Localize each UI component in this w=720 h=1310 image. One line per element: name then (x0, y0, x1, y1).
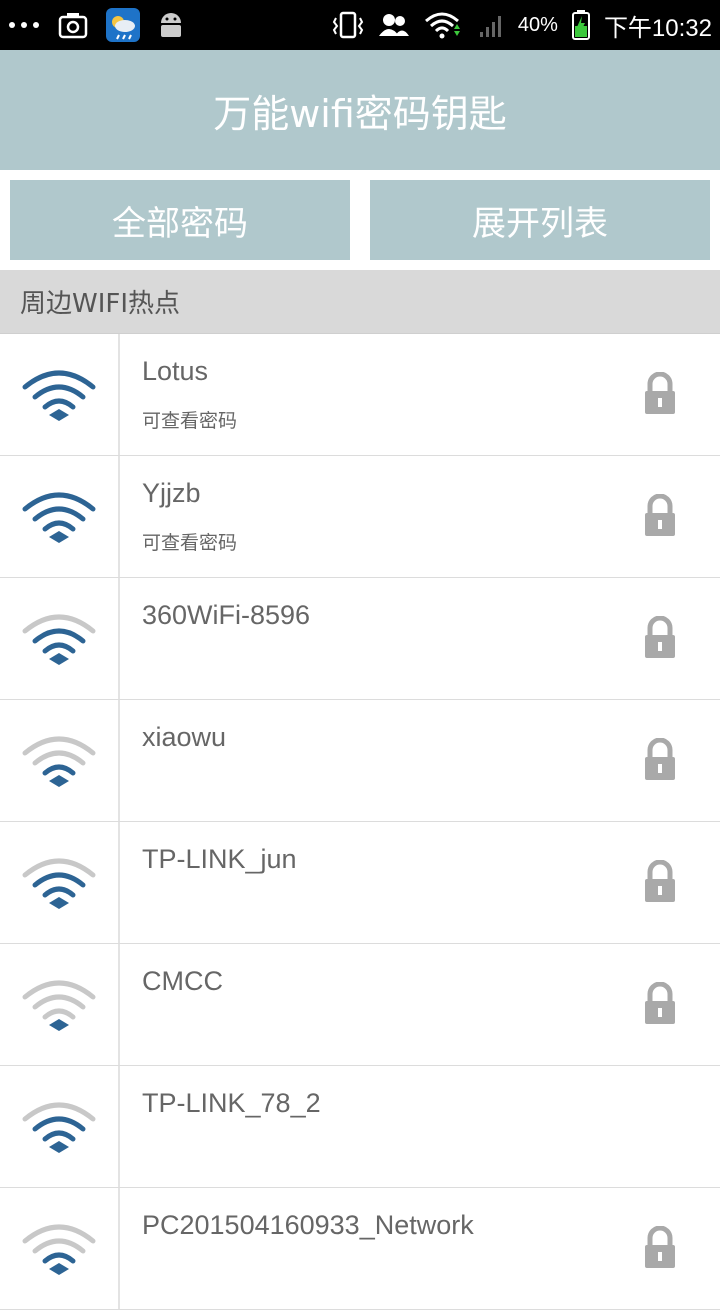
wifi-name: Lotus (142, 356, 209, 386)
wifi-list-item[interactable]: Yjjzb 可查看密码 (0, 456, 720, 578)
weather-app-icon (106, 8, 140, 42)
wifi-subtitle: 可查看密码 (142, 410, 238, 432)
battery-charging-icon (571, 10, 590, 40)
wifi-signal-icon (0, 1066, 120, 1187)
wifi-signal-icon (0, 822, 120, 943)
lock-icon (640, 1225, 680, 1270)
wifi-signal-icon (0, 700, 120, 821)
wifi-signal-icon (0, 1188, 120, 1309)
screenshot-camera-icon (58, 11, 88, 39)
battery-percent: 40% (517, 13, 558, 36)
contacts-icon (378, 12, 410, 38)
wifi-list-item[interactable]: 360WiFi-8596 (0, 578, 720, 700)
clock: 下午10:32 (603, 14, 712, 42)
wifi-list-item[interactable]: PC201504160933_Network (0, 1188, 720, 1310)
lock-icon (640, 615, 680, 660)
wifi-signal-icon (0, 334, 120, 455)
wifi-subtitle: 可查看密码 (142, 532, 238, 554)
wifi-name: xiaowu (142, 722, 227, 752)
all-passwords-button[interactable]: 全部密码 (10, 180, 350, 260)
wifi-name: CMCC (142, 966, 223, 996)
expand-list-button[interactable]: 展开列表 (370, 180, 710, 260)
wifi-list-item[interactable]: TP-LINK_jun (0, 822, 720, 944)
nearby-wifi-section-header: 周边WIFI热点 (0, 270, 720, 334)
wifi-list-item[interactable]: xiaowu (0, 700, 720, 822)
wifi-list-item[interactable]: Lotus 可查看密码 (0, 334, 720, 456)
wifi-name: TP-LINK_78_2 (142, 1088, 321, 1118)
wifi-signal-icon (0, 578, 120, 699)
wifi-signal-icon (0, 456, 120, 577)
wifi-status-icon (424, 11, 464, 39)
wifi-list-item[interactable]: CMCC (0, 944, 720, 1066)
section-label: 周边WIFI热点 (20, 289, 180, 319)
app-title: 万能wifi密码钥匙 (213, 91, 507, 136)
wifi-name: Yjjzb (142, 478, 201, 508)
wifi-list-item[interactable]: TP-LINK_78_2 (0, 1066, 720, 1188)
lock-icon (640, 981, 680, 1026)
lock-icon (640, 371, 680, 416)
vibrate-icon (332, 10, 364, 40)
status-bar: 40% 下午10:32 (0, 0, 720, 50)
wifi-name: 360WiFi-8596 (142, 600, 311, 630)
lock-icon (640, 493, 680, 538)
wifi-name: TP-LINK_jun (142, 844, 297, 874)
app-header: 万能wifi密码钥匙 (0, 50, 720, 170)
android-debug-icon (158, 11, 184, 39)
lock-icon (640, 737, 680, 782)
wifi-signal-icon (0, 944, 120, 1065)
lock-icon (640, 859, 680, 904)
wifi-list: Lotus 可查看密码 Yjjzb 可查看密码 360WiFi-8596 xiaowu TP… (0, 334, 720, 1310)
more-dots-icon (8, 20, 40, 30)
cell-signal-icon (478, 12, 504, 38)
wifi-name: PC201504160933_Network (142, 1210, 474, 1240)
